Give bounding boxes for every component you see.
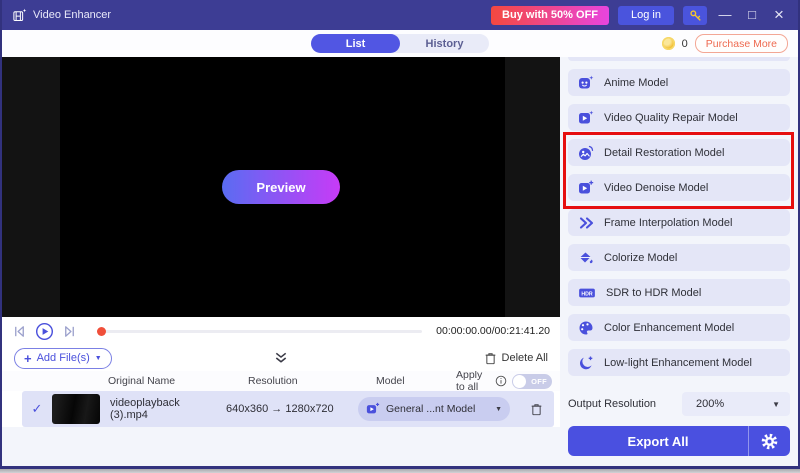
maximize-button[interactable]: □ xyxy=(743,0,761,30)
model-video-denoise-button[interactable]: Video Denoise Model xyxy=(568,174,790,201)
scrolled-model-button-fragment xyxy=(568,57,790,61)
purchase-more-button[interactable]: Purchase More xyxy=(695,34,788,53)
tab-list[interactable]: List xyxy=(311,34,400,53)
minimize-button[interactable]: — xyxy=(716,0,734,30)
model-video-quality-repair-button[interactable]: Video Quality Repair Model xyxy=(568,104,790,131)
header-original-name: Original Name xyxy=(108,375,248,387)
model-video-icon xyxy=(366,402,380,416)
frame-interpolation-icon xyxy=(578,215,594,231)
model-sidebar: Anime Model Video Quality Repair Model xyxy=(560,57,798,466)
model-color-enhancement-button[interactable]: Color Enhancement Model xyxy=(568,314,790,341)
seek-handle[interactable] xyxy=(97,327,106,336)
add-files-button[interactable]: + Add File(s) ▼ xyxy=(14,348,112,369)
register-key-button[interactable] xyxy=(683,6,707,25)
table-header: Original Name Resolution Model Apply to … xyxy=(2,371,560,391)
buy-discount-button[interactable]: Buy with 50% OFF xyxy=(491,6,609,25)
window-bottom-shadow xyxy=(0,469,800,473)
credit-count: 0 xyxy=(682,38,688,50)
resolution-from: 640x360 xyxy=(226,403,268,415)
video-enhancer-logo-icon xyxy=(12,8,27,23)
seek-bar[interactable] xyxy=(97,324,422,338)
app-logo: Video Enhancer xyxy=(12,8,111,23)
row-model-value: General ...nt Model xyxy=(386,403,475,415)
toggle-state-label: OFF xyxy=(531,374,547,389)
export-all-label: Export All xyxy=(568,434,748,449)
play-button-icon[interactable] xyxy=(35,322,54,341)
chevron-down-icon: ▼ xyxy=(495,406,502,413)
video-preview-area: Preview xyxy=(2,57,560,317)
model-low-light-enhancement-button[interactable]: Low-light Enhancement Model xyxy=(568,349,790,376)
add-files-label: Add File(s) xyxy=(37,352,90,364)
tabbar: List History 0 Purchase More xyxy=(2,30,798,57)
file-toolbar: + Add File(s) ▼ Delet xyxy=(2,345,560,371)
model-list: Anime Model Video Quality Repair Model xyxy=(568,57,790,376)
row-model-dropdown[interactable]: General ...nt Model ▼ xyxy=(358,397,510,421)
tab-history[interactable]: History xyxy=(400,34,489,53)
color-enhancement-icon xyxy=(578,320,594,336)
key-icon xyxy=(689,9,702,22)
preview-button[interactable]: Preview xyxy=(222,170,340,204)
hdr-icon-text: HDR xyxy=(581,291,593,297)
collapse-panel-icon[interactable] xyxy=(274,352,289,364)
model-anime-button[interactable]: Anime Model xyxy=(568,69,790,96)
low-light-icon xyxy=(578,355,594,371)
model-colorize-button[interactable]: Colorize Model xyxy=(568,244,790,271)
video-denoise-icon xyxy=(578,180,594,196)
credits-area: 0 Purchase More xyxy=(662,30,788,57)
export-settings-button[interactable] xyxy=(748,426,790,456)
app-title: Video Enhancer xyxy=(33,9,111,21)
left-panel: Preview xyxy=(2,57,560,466)
chevron-down-icon: ▼ xyxy=(95,355,102,362)
sdr-to-hdr-icon: HDR xyxy=(578,286,596,300)
header-model: Model xyxy=(376,375,456,387)
apply-to-all-group: Apply to all OFF xyxy=(456,369,552,393)
export-all-button[interactable]: Export All xyxy=(568,426,790,456)
apply-to-all-toggle[interactable]: OFF xyxy=(512,374,552,389)
output-resolution-label: Output Resolution xyxy=(568,398,656,410)
delete-all-label: Delete All xyxy=(502,352,548,364)
time-display: 00:00:00.00/00:21:41.20 xyxy=(436,325,550,337)
player-controls: 00:00:00.00/00:21:41.20 xyxy=(2,317,560,345)
login-button[interactable]: Log in xyxy=(618,6,674,25)
output-resolution-row: Output Resolution 200% ▼ xyxy=(568,392,790,416)
detail-restoration-icon xyxy=(578,145,594,161)
model-frame-interpolation-button[interactable]: Frame Interpolation Model xyxy=(568,209,790,236)
output-resolution-value: 200% xyxy=(696,398,724,410)
next-frame-icon[interactable] xyxy=(62,324,77,339)
seek-track[interactable] xyxy=(97,330,422,333)
model-sdr-to-hdr-button[interactable]: HDR SDR to HDR Model xyxy=(568,279,790,306)
delete-all-button[interactable]: Delete All xyxy=(484,351,548,365)
row-checkmark[interactable]: ✓ xyxy=(22,401,52,417)
chevron-down-icon: ▼ xyxy=(772,400,780,409)
view-tabs: List History xyxy=(311,34,489,53)
coin-icon xyxy=(662,37,675,50)
arrow-right-icon: → xyxy=(271,403,282,415)
colorize-icon xyxy=(578,250,594,266)
plus-icon: + xyxy=(24,352,32,365)
model-detail-restoration-button[interactable]: Detail Restoration Model xyxy=(568,139,790,166)
resolution-to: 1280x720 xyxy=(285,403,333,415)
anime-model-icon xyxy=(578,75,594,91)
table-row[interactable]: ✓ videoplayback (3).mp4 640x360 → 1280x7… xyxy=(22,391,554,427)
main-content: Preview xyxy=(2,57,798,466)
left-panel-filler xyxy=(2,427,560,466)
output-resolution-dropdown[interactable]: 200% ▼ xyxy=(682,392,790,416)
trash-icon xyxy=(484,351,497,365)
close-button[interactable]: × xyxy=(770,0,788,30)
video-thumbnail xyxy=(52,394,100,424)
titlebar: Video Enhancer Buy with 50% OFF Log in —… xyxy=(2,0,798,30)
video-quality-repair-icon xyxy=(578,110,594,126)
toggle-knob xyxy=(513,375,526,388)
gear-icon xyxy=(761,433,778,450)
app-window: Video Enhancer Buy with 50% OFF Log in —… xyxy=(0,0,800,469)
info-icon[interactable] xyxy=(495,375,507,387)
apply-to-all-label: Apply to all xyxy=(456,369,490,393)
resolution-cell: 640x360 → 1280x720 xyxy=(208,403,358,415)
titlebar-actions: Buy with 50% OFF Log in — □ × xyxy=(491,0,788,30)
header-resolution: Resolution xyxy=(248,375,376,387)
file-name: videoplayback (3).mp4 xyxy=(110,397,208,421)
previous-frame-icon[interactable] xyxy=(12,324,27,339)
row-delete-button[interactable] xyxy=(518,402,554,416)
